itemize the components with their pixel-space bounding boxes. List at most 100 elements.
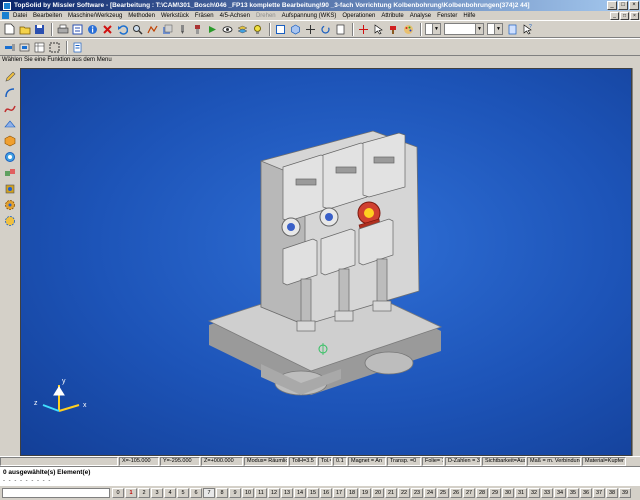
layer-button[interactable]: 28 [476,488,488,498]
menu-fenster[interactable]: Fenster [437,13,457,19]
gear-blue-icon[interactable] [3,214,17,228]
layer-button[interactable]: 31 [515,488,527,498]
menu-bearbeiten[interactable]: Bearbeiten [33,13,62,19]
machine-icon[interactable] [18,41,31,54]
arc-icon[interactable] [3,86,17,100]
status-tol-value[interactable]: 0.1 [333,457,347,466]
layer-button[interactable]: 39 [619,488,631,498]
status-modus[interactable]: Modus= Räumlich [244,457,288,466]
layer-button[interactable]: 9 [229,488,241,498]
layer-button[interactable]: 3 [151,488,163,498]
sheet-blue-icon[interactable] [506,23,519,36]
status-sichtbarkeit[interactable]: Sichtbarkeit=Aus [482,457,526,466]
line-combo[interactable]: ▼ [487,23,503,35]
status-magnet[interactable]: Magnet = An [348,457,386,466]
layer-button[interactable]: 19 [359,488,371,498]
visibility-icon[interactable] [221,23,234,36]
layer-button[interactable]: 24 [424,488,436,498]
layer-button[interactable]: 20 [372,488,384,498]
menu-werkstueck[interactable]: Werkstück [161,13,189,19]
status-material[interactable]: Material=Kupfer [582,457,626,466]
drill-icon[interactable] [176,23,189,36]
layer-button[interactable]: 5 [177,488,189,498]
paint-icon[interactable] [387,23,400,36]
layer-button-current[interactable]: 7 [203,488,215,498]
layer-button[interactable]: 12 [268,488,280,498]
properties-icon[interactable] [71,23,84,36]
menu-analyse[interactable]: Analyse [410,13,431,19]
menu-operationen[interactable]: Operationen [342,13,375,19]
info-icon[interactable] [86,23,99,36]
vertical-scrollbar[interactable] [632,68,640,456]
help-icon[interactable]: ? [521,23,534,36]
delete-icon[interactable] [101,23,114,36]
status-transp[interactable]: Transp. =0 [387,457,421,466]
save-icon[interactable] [33,23,46,36]
menu-hilfe[interactable]: Hilfe [463,13,475,19]
menu-4-5-achsen[interactable]: 4/5-Achsen [220,13,250,19]
tool-icon[interactable] [3,41,16,54]
graphics-viewport[interactable]: y x z [20,68,632,456]
layer-button[interactable]: 0 [112,488,124,498]
menu-maschine-werkzeug[interactable]: Maschine/Werkzeug [68,13,122,19]
layer-button[interactable]: 38 [606,488,618,498]
layer-button[interactable]: 18 [346,488,358,498]
menu-attribute[interactable]: Attribute [381,13,403,19]
palette-icon[interactable] [402,23,415,36]
status-mass[interactable]: Maß = m. Verbindung [527,457,581,466]
color-combo[interactable]: ▼ [425,23,441,35]
list-icon[interactable] [71,41,84,54]
solid-icon[interactable] [3,134,17,148]
layer-button[interactable]: 10 [242,488,254,498]
layer-button[interactable]: 27 [463,488,475,498]
menu-datei[interactable]: Datei [13,13,27,19]
new-file-icon[interactable] [3,23,16,36]
print-icon[interactable] [56,23,69,36]
menu-aufspannung[interactable]: Aufspannung (WKS) [282,13,337,19]
layer-button[interactable]: 22 [398,488,410,498]
layer-button[interactable]: 4 [164,488,176,498]
doc-restore-button[interactable]: □ [620,11,629,20]
layer-button[interactable]: 34 [554,488,566,498]
status-tolh[interactable]: TolH=3.5 [289,457,317,466]
layer-button[interactable]: 13 [281,488,293,498]
close-button[interactable]: × [629,1,639,10]
layer-button[interactable]: 6 [190,488,202,498]
document-icon[interactable] [2,12,9,19]
layer-button[interactable]: 21 [385,488,397,498]
layer-button[interactable]: 17 [333,488,345,498]
hole-icon[interactable] [3,150,17,164]
layer-button[interactable]: 8 [216,488,228,498]
view-top-icon[interactable] [274,23,287,36]
layer-button[interactable]: 14 [294,488,306,498]
shade-icon[interactable] [161,23,174,36]
undo-icon[interactable] [116,23,129,36]
status-folie[interactable]: Folie= 7 [422,457,444,466]
layer-button[interactable]: 33 [541,488,553,498]
layer-button[interactable]: 16 [320,488,332,498]
lamp-icon[interactable] [251,23,264,36]
layer-button[interactable]: 36 [580,488,592,498]
menu-methoden[interactable]: Methoden [128,13,155,19]
command-input[interactable] [2,488,110,498]
sheet-icon[interactable] [334,23,347,36]
mill-icon[interactable] [191,23,204,36]
doc-minimize-button[interactable]: _ [610,11,619,20]
simulation-icon[interactable] [206,23,219,36]
pan-icon[interactable] [304,23,317,36]
doc-close-button[interactable]: × [630,11,639,20]
layer-button[interactable]: 23 [411,488,423,498]
zoom-extents-icon[interactable] [48,41,61,54]
layer-button[interactable]: 2 [138,488,150,498]
layer-icon[interactable] [236,23,249,36]
layer-button[interactable]: 1 [125,488,137,498]
spline-icon[interactable] [3,102,17,116]
layer-button[interactable]: 32 [528,488,540,498]
maximize-button[interactable]: □ [618,1,628,10]
open-folder-icon[interactable] [18,23,31,36]
status-dzahlen[interactable]: D-Zahlen = 3 [445,457,481,466]
assembly-icon[interactable] [3,166,17,180]
menu-fraesen[interactable]: Fräsen [195,13,214,19]
cursor-icon[interactable] [372,23,385,36]
layer-button[interactable]: 29 [489,488,501,498]
